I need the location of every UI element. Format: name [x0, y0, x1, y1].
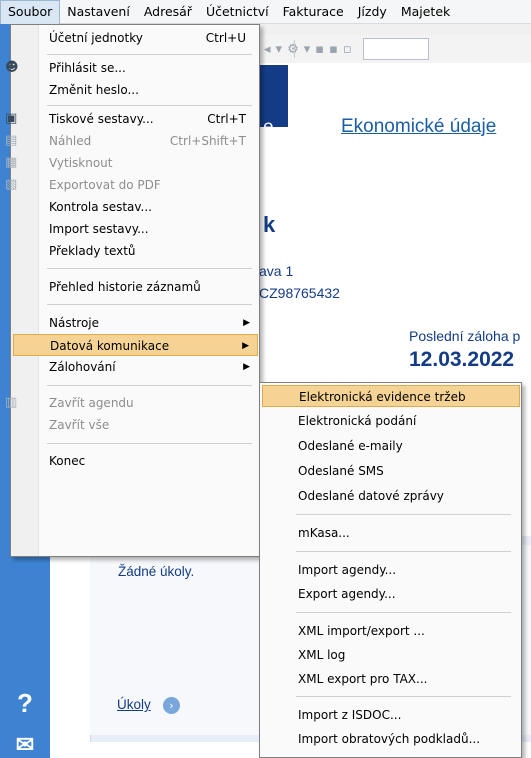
- menu-item-import-agendy[interactable]: Import agendy...: [262, 559, 520, 581]
- menu-item-prihlasit-se[interactable]: ☻ Přihlásit se...: [5, 57, 258, 79]
- menu-item-tiskove-sestavy[interactable]: ▣ Tiskové sestavy... Ctrl+T: [5, 108, 258, 130]
- menu-ucetnictvi[interactable]: Účetnictví: [199, 0, 276, 24]
- menu-item-odeslane-sms[interactable]: Odeslané SMS: [262, 460, 520, 482]
- menu-divider: [296, 551, 511, 552]
- menu-nastaveni[interactable]: Nastavení: [60, 0, 137, 24]
- menu-item-import-sestavy[interactable]: Import sestavy...: [13, 218, 258, 240]
- toolbar-input[interactable]: [362, 38, 429, 60]
- menu-item-xml-export-tax[interactable]: XML export pro TAX...: [262, 668, 520, 690]
- company-address: ava 1: [259, 263, 294, 279]
- save-as-icon[interactable]: ▪: [329, 42, 338, 57]
- menu-item-ucetni-jednotky[interactable]: Účetní jednotky Ctrl+U: [13, 27, 258, 49]
- menu-item-zavrit-agendu[interactable]: ▥ Zavřít agendu: [5, 392, 258, 414]
- menu-soubor[interactable]: Soubor: [0, 0, 61, 24]
- menu-divider: [296, 612, 511, 613]
- menu-item-export-agendy[interactable]: Export agendy...: [262, 583, 520, 605]
- toolbar: ◂ ▾ ⚙ ▾ ▪ ▪ ▫: [258, 35, 531, 63]
- menu-divider: [47, 304, 252, 305]
- close-agenda-icon: ▥: [5, 395, 18, 410]
- menu-item-eet[interactable]: Elektronická evidence tržeb: [262, 385, 520, 407]
- dropdown-arrow-icon[interactable]: ▾: [304, 42, 311, 57]
- menu-item-prehled-historie[interactable]: Přehled historie záznamů: [13, 276, 258, 298]
- last-advance-date: 12.03.2022: [409, 348, 515, 371]
- print-icon: ▣: [5, 111, 18, 126]
- menu-item-import-isdoc[interactable]: Import z ISDOC...: [262, 704, 520, 726]
- menu-divider: [47, 443, 252, 444]
- copy-icon[interactable]: ▫: [343, 42, 352, 57]
- menu-item-mkasa[interactable]: mKasa...: [262, 522, 520, 544]
- menu-item-odeslane-emaily[interactable]: Odeslané e-maily: [262, 435, 520, 457]
- menu-item-import-obratovych-podkladu[interactable]: Import obratových podkladů...: [262, 728, 520, 750]
- menu-divider: [296, 514, 511, 515]
- menu-item-preklady-textu[interactable]: Překlady textů: [13, 240, 258, 262]
- menu-jizdy[interactable]: Jízdy: [351, 0, 394, 24]
- menu-item-konec[interactable]: Konec: [13, 450, 258, 472]
- settings-icon[interactable]: ⚙: [287, 42, 299, 57]
- submenu-arrow-icon: ▶: [243, 318, 250, 328]
- company-vat-id: CZ98765432: [259, 285, 340, 301]
- tasks-link[interactable]: Úkoly: [117, 697, 151, 712]
- menu-item-nastroje[interactable]: Nástroje ▶: [13, 312, 258, 334]
- dropdown-arrow-icon[interactable]: ▾: [276, 42, 283, 57]
- menu-item-elektronicka-podani[interactable]: Elektronická podání: [262, 410, 520, 432]
- menu-item-kontrola-sestav[interactable]: Kontrola sestav...: [13, 196, 258, 218]
- menu-item-exportovat-pdf[interactable]: ▧ Exportovat do PDF: [5, 174, 258, 196]
- mail-icon[interactable]: ✉: [0, 732, 50, 758]
- user-icon: ☻: [5, 60, 19, 75]
- datova-komunikace-submenu: Elektronická evidence tržeb Elektronická…: [259, 382, 522, 758]
- menu-majetek[interactable]: Majetek: [394, 0, 457, 24]
- pdf-icon: ▧: [5, 177, 18, 192]
- back-icon[interactable]: ◂: [264, 42, 271, 57]
- menu-item-odeslane-datove-zpravy[interactable]: Odeslané datové zprávy: [262, 485, 520, 507]
- menu-bar: Soubor Nastavení Adresář Účetnictví Fakt…: [0, 0, 531, 24]
- menu-item-zavrit-vse[interactable]: Zavřít vše: [13, 414, 258, 436]
- soubor-dropdown-menu: Účetní jednotky Ctrl+U ☻ Přihlásit se... …: [5, 24, 260, 557]
- menu-fakturace[interactable]: Fakturace: [276, 0, 351, 24]
- save-icon[interactable]: ▪: [315, 42, 324, 57]
- menu-divider: [47, 54, 252, 55]
- submenu-arrow-icon: ▶: [242, 341, 249, 351]
- menu-divider: [47, 385, 252, 386]
- help-icon[interactable]: ?: [0, 688, 50, 719]
- menu-item-zalohovani[interactable]: Zálohování ▶: [13, 356, 258, 378]
- menu-item-nahled[interactable]: ▤ Náhled Ctrl+Shift+T: [5, 130, 258, 152]
- menu-divider: [296, 696, 511, 697]
- submenu-arrow-icon: ▶: [243, 362, 250, 372]
- menu-item-xml-import-export[interactable]: XML import/export ...: [262, 620, 520, 642]
- economic-data-link[interactable]: Ekonomické údaje: [341, 116, 496, 138]
- menu-item-datova-komunikace[interactable]: Datová komunikace ▶: [13, 334, 258, 356]
- printer-icon: ▦: [5, 155, 18, 170]
- menu-item-xml-log[interactable]: XML log: [262, 644, 520, 666]
- menu-divider: [47, 268, 252, 269]
- toolbar-divider: [294, 40, 295, 58]
- menu-adresar[interactable]: Adresář: [137, 0, 199, 24]
- header-banner-text: e: [263, 117, 274, 138]
- menu-divider: [47, 105, 252, 106]
- no-tasks-text: Žádné úkoly.: [118, 564, 195, 579]
- preview-icon: ▤: [5, 133, 18, 148]
- menu-item-zmenit-heslo[interactable]: Změnit heslo...: [13, 79, 258, 101]
- chevron-right-icon[interactable]: ›: [163, 697, 180, 714]
- company-name: k: [263, 212, 276, 237]
- menu-item-vytisknout[interactable]: ▦ Vytisknout: [5, 152, 258, 174]
- last-advance-label: Poslední záloha p: [409, 328, 521, 344]
